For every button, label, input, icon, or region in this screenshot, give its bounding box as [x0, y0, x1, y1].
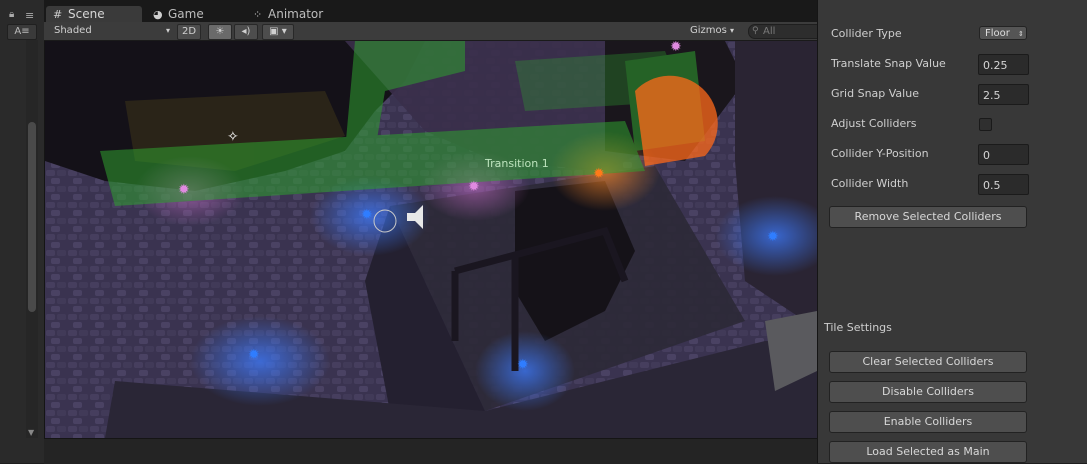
tab-animator[interactable]: ⁘ Animator [246, 6, 331, 22]
collider-y-value: 0 [983, 149, 990, 162]
gizmos-dropdown[interactable]: Gizmos ▾ [684, 24, 740, 38]
svg-text:✹: ✹ [178, 182, 190, 198]
menu-icon[interactable]: ≡ [25, 9, 34, 22]
svg-text:✹: ✹ [248, 347, 260, 363]
gizmos-label: Gizmos [689, 25, 727, 36]
remove-selected-colliders-button[interactable]: Remove Selected Colliders [829, 206, 1027, 228]
svg-text:✹: ✹ [670, 41, 682, 55]
tab-animator-label: Animator [268, 7, 324, 21]
enable-colliders-label: Enable Colliders [883, 415, 973, 428]
disable-colliders-button[interactable]: Disable Colliders [829, 381, 1027, 403]
collider-type-label: Collider Type [831, 27, 902, 40]
collider-width-input[interactable]: 0.5 [978, 174, 1029, 195]
shading-mode-label: Shaded [54, 25, 92, 36]
shading-mode-dropdown[interactable]: Shaded ▾ [50, 24, 176, 38]
disable-colliders-label: Disable Colliders [882, 385, 974, 398]
tile-settings-title: Tile Settings [824, 321, 892, 334]
load-selected-as-main-label: Load Selected as Main [866, 445, 990, 458]
lock-icon[interactable]: 🔒︎ [9, 9, 14, 20]
collider-y-input[interactable]: 0 [978, 144, 1029, 165]
translate-snap-value: 0.25 [983, 59, 1008, 72]
tab-game[interactable]: ◕ Game [146, 6, 212, 22]
transition-label: Transition 1 [485, 157, 549, 170]
collider-y-label: Collider Y-Position [831, 147, 929, 160]
tab-scene-label: Scene [68, 7, 105, 21]
scene-search-input[interactable]: ⚲ All [748, 24, 824, 39]
animator-icon: ⁘ [253, 8, 263, 21]
svg-text:✹: ✹ [517, 357, 529, 373]
collider-type-dropdown[interactable]: Floor ⇕ [979, 26, 1027, 40]
scene-lighting-toggle[interactable]: ☀ [208, 24, 232, 40]
clear-selected-colliders-button[interactable]: Clear Selected Colliders [829, 351, 1027, 373]
search-placeholder: All [763, 26, 776, 37]
collider-width-value: 0.5 [983, 179, 1001, 192]
blue-light-glow [190, 316, 330, 406]
grid-snap-input[interactable]: 2.5 [978, 84, 1029, 105]
load-selected-as-main-button[interactable]: Load Selected as Main [829, 441, 1027, 463]
translate-snap-input[interactable]: 0.25 [978, 54, 1029, 75]
tab-scene[interactable]: # Scene [46, 6, 142, 22]
gizmos-chevron-icon: ▾ [730, 26, 735, 35]
svg-text:✧: ✧ [227, 129, 239, 145]
enable-colliders-button[interactable]: Enable Colliders [829, 411, 1027, 433]
svg-text:✹: ✹ [468, 179, 480, 195]
tab-bar: # Scene ◕ Game ⁘ Animator [44, 0, 817, 22]
search-icon: ⚲ [752, 26, 759, 36]
text-format-icon[interactable]: A≡ [7, 24, 37, 40]
scene-bottom-bar [44, 438, 817, 464]
grid-snap-label: Grid Snap Value [831, 87, 919, 100]
pacman-icon: ◕ [153, 8, 163, 21]
2d-toggle-button[interactable]: 2D [177, 24, 201, 40]
svg-text:✹: ✹ [361, 207, 373, 223]
adjust-colliders-checkbox[interactable] [979, 118, 992, 131]
stepper-arrows-icon: ⇕ [1018, 30, 1024, 38]
2d-toggle-label: 2D [181, 26, 197, 37]
collider-type-value: Floor [985, 28, 1010, 39]
scroll-down-icon[interactable]: ▼ [28, 428, 34, 437]
svg-text:✹: ✹ [767, 229, 779, 245]
speaker-icon: ◂) [241, 26, 251, 37]
scrollbar-thumb[interactable] [28, 122, 36, 312]
grid-icon: # [53, 8, 63, 21]
left-panel-strip: 🔒︎ ≡ A≡ ▼ [0, 0, 45, 463]
remove-selected-colliders-label: Remove Selected Colliders [854, 210, 1002, 223]
chevron-down-icon: ▾ [166, 26, 171, 35]
effects-dropdown[interactable]: ▣ ▾ [262, 24, 294, 40]
scene-render: ✧ ✹ ✹ ✹ ✹ ✹ ✹ ✹ ✹ [45, 41, 817, 438]
tab-game-label: Game [168, 7, 204, 21]
scene-toolbar: Shaded ▾ 2D ☀ ◂) ▣ ▾ Gizmos ▾ ⚲ All [44, 22, 824, 41]
collider-width-label: Collider Width [831, 177, 909, 190]
grid-snap-value: 2.5 [983, 89, 1001, 102]
adjust-colliders-label: Adjust Colliders [831, 117, 917, 130]
sun-icon: ☀ [215, 26, 225, 37]
clear-selected-colliders-label: Clear Selected Colliders [862, 355, 994, 368]
audio-toggle[interactable]: ◂) [234, 24, 258, 40]
svg-text:✹: ✹ [593, 166, 605, 182]
scene-viewport[interactable]: ✧ ✹ ✹ ✹ ✹ ✹ ✹ ✹ ✹ Transition 1 [45, 41, 817, 438]
image-icon: ▣ ▾ [269, 26, 287, 37]
translate-snap-label: Translate Snap Value [831, 57, 946, 70]
inspector-panel: Collider Type Floor ⇕ Translate Snap Val… [817, 0, 1087, 463]
